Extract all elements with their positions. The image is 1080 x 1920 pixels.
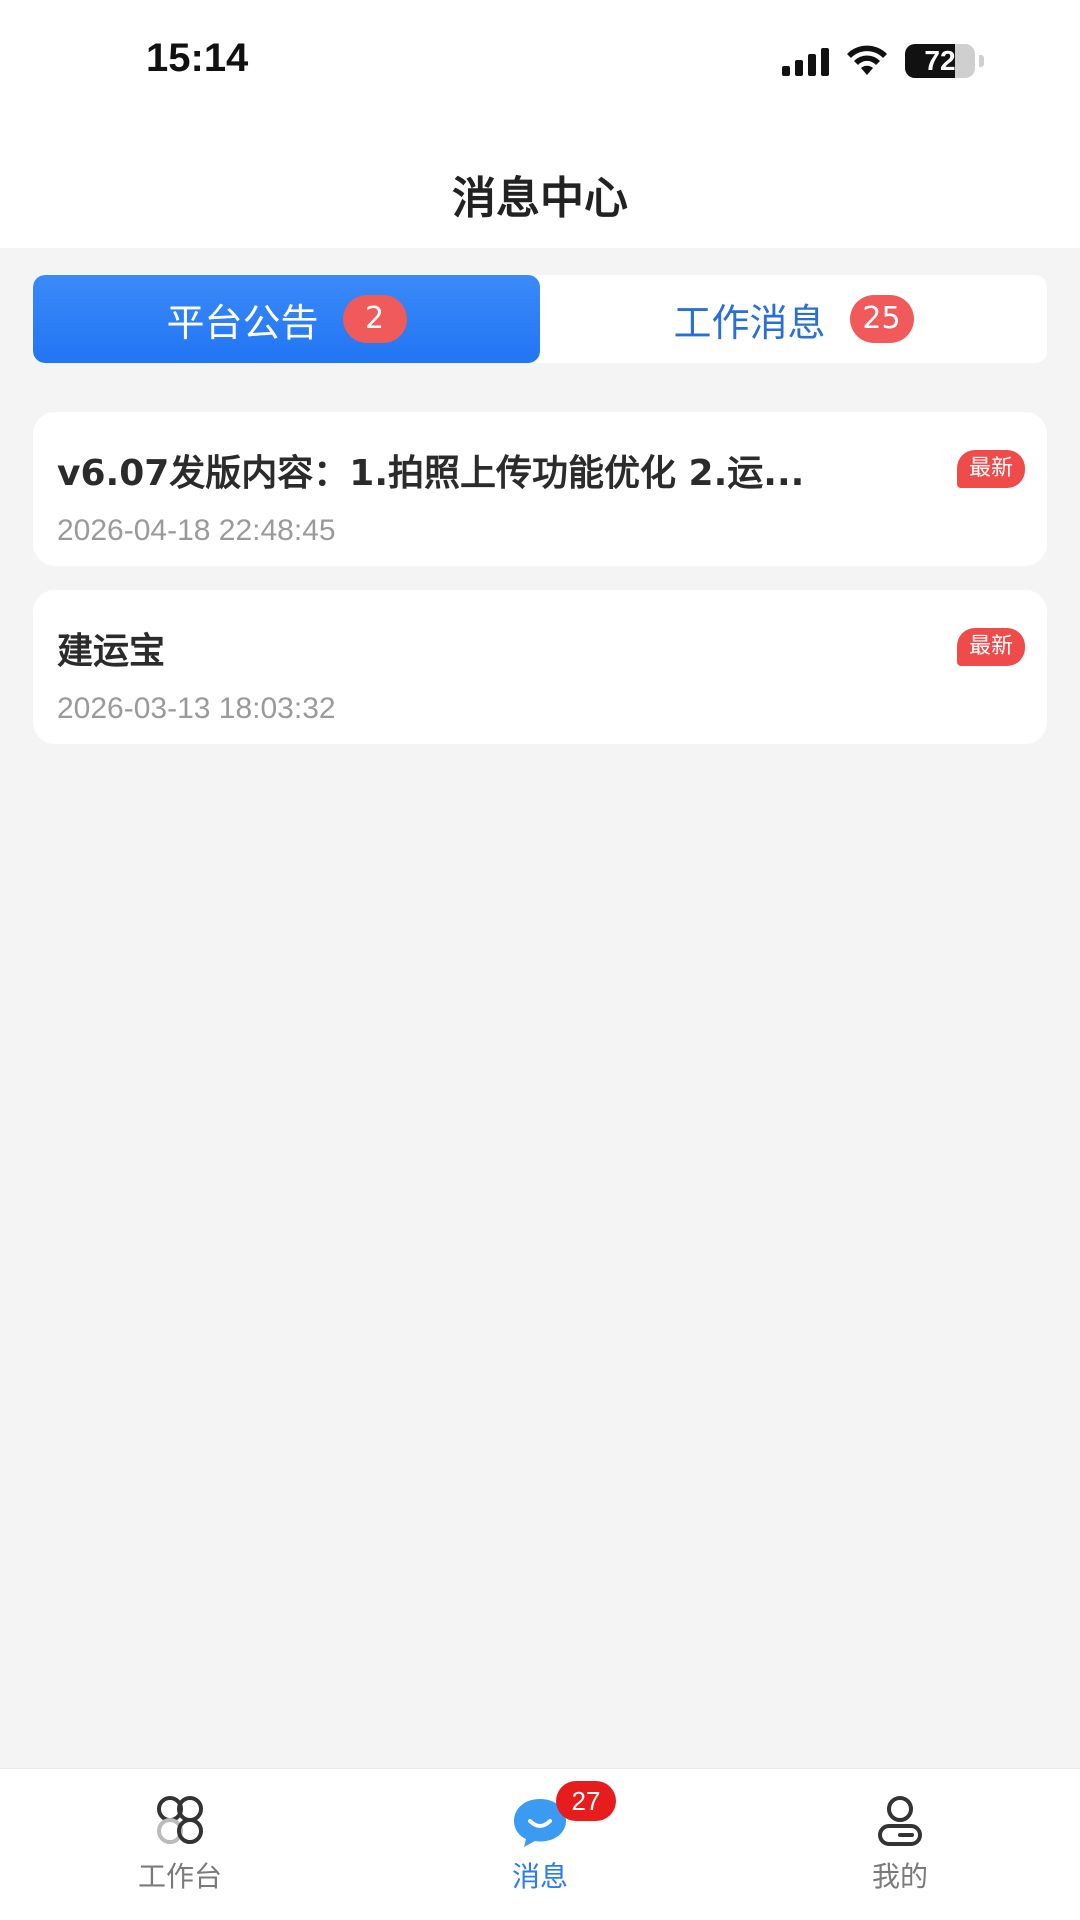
- notice-time: 2026-03-13 18:03:32: [57, 692, 336, 725]
- status-time: 15:14: [146, 36, 249, 80]
- notice-list: v6.07发版内容：1.拍照上传功能优化 2.运... 2026-04-18 2…: [33, 412, 1047, 768]
- header: 消息中心: [0, 130, 1080, 248]
- tab-platform-announcements[interactable]: 平台公告 2: [33, 275, 540, 363]
- notice-card[interactable]: 建运宝 2026-03-13 18:03:32 最新: [33, 590, 1047, 744]
- tabbar-item-profile[interactable]: 我的: [800, 1793, 1000, 1895]
- page-title: 消息中心: [452, 173, 628, 224]
- tab-label: 工作消息: [673, 300, 826, 345]
- screen: 15:14 72 消息中心 平台公告 2 工作消息 25 v6.07发版内容：1…: [0, 0, 1080, 1920]
- message-tabs: 平台公告 2 工作消息 25: [33, 275, 1047, 363]
- wifi-icon: [847, 45, 887, 75]
- notice-title: v6.07发版内容：1.拍照上传功能优化 2.运...: [57, 453, 805, 494]
- tabbar-item-messages[interactable]: 27 消息: [440, 1781, 640, 1895]
- tab-unread-badge: 27: [556, 1781, 616, 1821]
- battery-level: 72: [924, 45, 956, 76]
- tabbar-label: 我的: [871, 1860, 928, 1893]
- tab-label: 平台公告: [166, 300, 319, 345]
- tab-count-badge: 2: [342, 295, 407, 343]
- tab-count-badge: 25: [849, 295, 914, 343]
- status-icons: 72: [782, 44, 984, 78]
- tab-work-messages[interactable]: 工作消息 25: [540, 275, 1047, 363]
- workbench-icon: [157, 1796, 203, 1844]
- new-badge: 最新: [956, 628, 1025, 666]
- notice-card[interactable]: v6.07发版内容：1.拍照上传功能优化 2.运... 2026-04-18 2…: [33, 412, 1047, 566]
- tabbar-label: 工作台: [137, 1860, 222, 1893]
- bottom-tab-bar: 工作台 27 消息 我的: [0, 1768, 1080, 1920]
- notice-time: 2026-04-18 22:48:45: [57, 514, 336, 547]
- status-bar: 15:14 72: [0, 0, 1080, 130]
- battery-nub: [979, 55, 984, 67]
- tabbar-label: 消息: [511, 1860, 568, 1893]
- battery-icon: 72: [905, 44, 975, 78]
- notice-title: 建运宝: [57, 631, 166, 672]
- profile-icon: [878, 1796, 922, 1846]
- signal-icon: [782, 46, 829, 76]
- tabbar-item-workbench[interactable]: 工作台: [80, 1793, 280, 1895]
- new-badge: 最新: [956, 450, 1025, 488]
